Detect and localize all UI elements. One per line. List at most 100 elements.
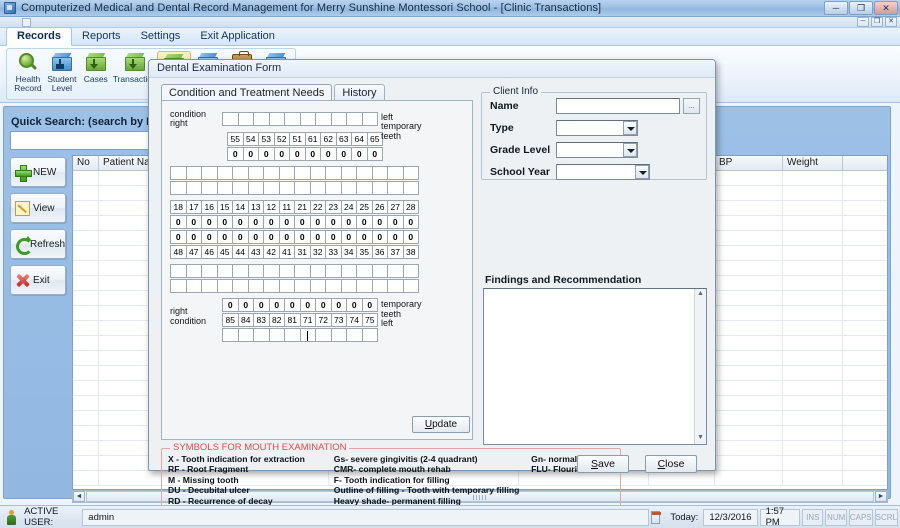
chart-cell[interactable] xyxy=(248,264,265,278)
chart-cell[interactable]: 0 xyxy=(325,230,342,244)
chart-cell[interactable] xyxy=(346,112,363,126)
chart-cell[interactable] xyxy=(356,181,373,195)
chart-cell[interactable] xyxy=(403,181,420,195)
grid-column-no[interactable]: No xyxy=(73,156,99,170)
chart-cell[interactable]: 0 xyxy=(279,230,296,244)
chart-cell[interactable]: 0 xyxy=(310,215,327,229)
chart-cell[interactable]: 31 xyxy=(294,245,311,259)
chart-cell[interactable]: 0 xyxy=(217,230,234,244)
chart-cell[interactable]: 11 xyxy=(279,200,296,214)
scroll-up-arrow-icon[interactable]: ▲ xyxy=(695,289,706,300)
chart-cell[interactable]: 0 xyxy=(294,215,311,229)
chart-cell[interactable] xyxy=(346,328,363,342)
chart-cell[interactable]: 45 xyxy=(217,245,234,259)
chart-cell[interactable] xyxy=(362,112,379,126)
chart-cell[interactable] xyxy=(310,264,327,278)
maximize-button[interactable]: ❐ xyxy=(849,1,873,15)
chart-cell[interactable]: 75 xyxy=(362,313,379,327)
chart-cell[interactable]: 0 xyxy=(367,147,384,161)
chart-cell[interactable]: 0 xyxy=(269,298,286,312)
grade-level-select[interactable] xyxy=(556,142,638,158)
chart-cell[interactable]: 55 xyxy=(227,132,244,146)
mdi-system-menu-icon[interactable] xyxy=(22,18,31,27)
chart-cell[interactable] xyxy=(248,279,265,293)
chart-cell[interactable] xyxy=(186,181,203,195)
chart-cell[interactable] xyxy=(341,279,358,293)
chart-cell[interactable] xyxy=(372,279,389,293)
chart-cell[interactable]: 12 xyxy=(263,200,280,214)
findings-textarea[interactable]: ▲ ▼ xyxy=(483,288,707,445)
chart-cell[interactable]: 0 xyxy=(356,215,373,229)
chart-cell[interactable]: 0 xyxy=(336,147,353,161)
chart-cell[interactable]: 28 xyxy=(403,200,420,214)
chart-cell[interactable] xyxy=(253,328,270,342)
chart-cell[interactable] xyxy=(294,264,311,278)
chart-cell[interactable]: 0 xyxy=(351,147,368,161)
chart-cell[interactable]: 74 xyxy=(346,313,363,327)
chart-cell[interactable] xyxy=(284,328,301,342)
findings-vertical-scrollbar[interactable]: ▲ ▼ xyxy=(694,289,706,444)
tab-history[interactable]: History xyxy=(334,84,384,101)
chart-cell[interactable]: 0 xyxy=(170,230,187,244)
chart-cell[interactable]: 25 xyxy=(356,200,373,214)
chart-cell[interactable]: 44 xyxy=(232,245,249,259)
chart-cell[interactable] xyxy=(279,166,296,180)
chart-cell[interactable] xyxy=(217,279,234,293)
type-select[interactable] xyxy=(556,120,638,136)
chevron-down-icon[interactable] xyxy=(623,121,637,135)
chart-cell[interactable] xyxy=(356,279,373,293)
chart-cell[interactable]: 0 xyxy=(320,147,337,161)
chart-cell[interactable]: 0 xyxy=(341,215,358,229)
chart-cell[interactable]: 0 xyxy=(186,215,203,229)
chart-cell[interactable]: 0 xyxy=(279,215,296,229)
chart-cell[interactable] xyxy=(356,166,373,180)
browse-name-button[interactable]: ... xyxy=(683,98,700,114)
chart-cell[interactable]: 0 xyxy=(387,215,404,229)
chart-cell[interactable]: 0 xyxy=(248,230,265,244)
chart-cell[interactable] xyxy=(238,112,255,126)
chart-cell[interactable]: 0 xyxy=(315,298,332,312)
menu-item-exit-application[interactable]: Exit Application xyxy=(190,28,285,45)
chart-cell[interactable] xyxy=(170,181,187,195)
close-button[interactable]: ✕ xyxy=(874,1,898,15)
chart-cell[interactable]: 33 xyxy=(325,245,342,259)
chart-cell[interactable] xyxy=(310,166,327,180)
view-button[interactable]: View xyxy=(10,193,66,223)
menu-item-settings[interactable]: Settings xyxy=(131,28,191,45)
menu-item-reports[interactable]: Reports xyxy=(72,28,131,45)
chart-cell[interactable] xyxy=(232,279,249,293)
mdi-restore-button[interactable]: ❐ xyxy=(871,17,883,27)
grid-column-weight[interactable]: Weight xyxy=(783,156,843,170)
chart-cell[interactable] xyxy=(217,264,234,278)
chart-cell[interactable] xyxy=(387,181,404,195)
chevron-down-icon[interactable] xyxy=(623,143,637,157)
chart-cell[interactable]: 0 xyxy=(232,215,249,229)
scroll-right-arrow-icon[interactable]: ► xyxy=(875,491,887,502)
chart-cell[interactable] xyxy=(201,264,218,278)
chart-cell[interactable] xyxy=(263,279,280,293)
chart-cell[interactable]: 48 xyxy=(170,245,187,259)
chart-cell[interactable] xyxy=(341,166,358,180)
refresh-button[interactable]: Refresh xyxy=(10,229,66,259)
chart-cell[interactable]: 61 xyxy=(305,132,322,146)
chart-cell[interactable]: 14 xyxy=(232,200,249,214)
chart-cell[interactable]: 0 xyxy=(305,147,322,161)
chart-cell[interactable]: 21 xyxy=(294,200,311,214)
chart-cell[interactable] xyxy=(186,264,203,278)
chart-cell[interactable] xyxy=(372,166,389,180)
chart-cell[interactable] xyxy=(201,181,218,195)
chart-cell[interactable]: 35 xyxy=(356,245,373,259)
chart-cell[interactable]: 26 xyxy=(372,200,389,214)
chart-cell[interactable]: 0 xyxy=(300,298,317,312)
chart-cell[interactable]: 0 xyxy=(387,230,404,244)
scroll-left-arrow-icon[interactable]: ◄ xyxy=(73,491,85,502)
chart-cell[interactable]: 0 xyxy=(403,215,420,229)
chart-cell[interactable] xyxy=(269,112,286,126)
chart-cell[interactable]: 54 xyxy=(243,132,260,146)
chart-cell[interactable]: 83 xyxy=(253,313,270,327)
minimize-button[interactable]: ─ xyxy=(824,1,848,15)
update-button[interactable]: Update xyxy=(412,416,470,433)
chart-cell[interactable]: 0 xyxy=(232,230,249,244)
chart-cell[interactable] xyxy=(310,279,327,293)
exit-button[interactable]: Exit xyxy=(10,265,66,295)
